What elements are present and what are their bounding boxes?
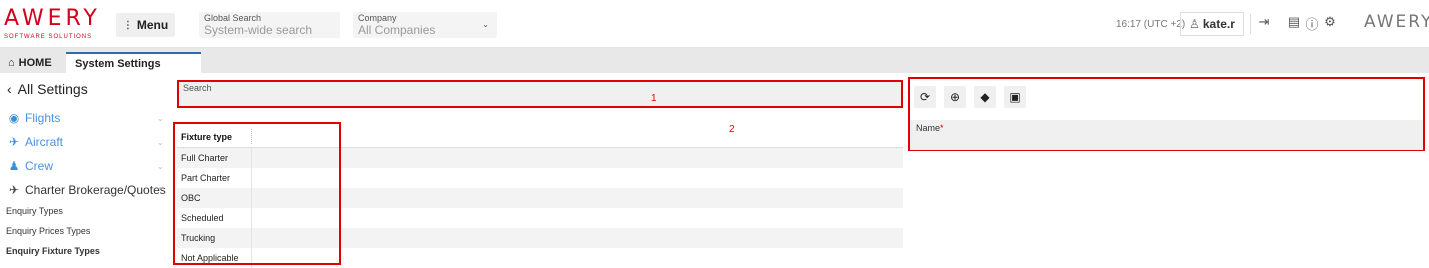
name-label-text: Name xyxy=(916,123,941,133)
message-icon[interactable]: ▤ xyxy=(1286,14,1302,30)
name-field[interactable]: Name* xyxy=(910,120,1423,150)
user-button[interactable]: ♙ kate.r xyxy=(1180,12,1244,36)
tab-system-settings[interactable]: System Settings xyxy=(66,52,201,73)
search-input[interactable]: Search xyxy=(177,80,903,108)
sidebar-item-flights[interactable]: ◉ Flights ⌄ xyxy=(7,111,164,125)
sidebar-item-charter-brokerage[interactable]: ✈ Charter Brokerage/Quotes ⌃ xyxy=(7,183,166,197)
chevron-down-icon: ⌄ xyxy=(482,20,489,29)
username: kate.r xyxy=(1202,17,1235,31)
annotation-box-2 xyxy=(173,122,341,265)
name-field-label: Name* xyxy=(916,123,944,133)
crew-icon: ♟ xyxy=(8,159,20,173)
add-button[interactable]: ⊕ xyxy=(944,86,966,108)
user-icon: ♙ xyxy=(1189,17,1200,31)
kebab-icon: ⋮ xyxy=(122,19,133,31)
tab-bar: ⌂ HOME System Settings xyxy=(0,48,1429,73)
tab-home-label: HOME xyxy=(18,56,52,69)
sidebar-subitem-enquiry-fixture-types[interactable]: Enquiry Fixture Types xyxy=(6,246,100,256)
chevron-down-icon: ⌄ xyxy=(157,161,164,171)
home-icon: ⌂ xyxy=(8,56,15,69)
sidebar-subitem-enquiry-prices-types[interactable]: Enquiry Prices Types xyxy=(6,226,90,236)
tab-system-settings-label: System Settings xyxy=(75,57,161,70)
search-label: Search xyxy=(183,83,212,93)
logo-wordmark: AWERY xyxy=(4,6,101,31)
chevron-down-icon: ⌄ xyxy=(157,113,164,123)
edit-panel: ⟳ ⊕ ◆ ▣ Name* xyxy=(908,77,1425,151)
settings-icon[interactable]: ⚙ xyxy=(1322,14,1338,30)
refresh-icon: ⟳ xyxy=(919,90,931,104)
chevron-left-icon: ‹ xyxy=(7,81,12,97)
annotation-1: 1 xyxy=(651,93,657,104)
app-header: AWERY SOFTWARE SOLUTIONS ⋮ Menu Global S… xyxy=(0,0,1429,48)
takeoff-icon: ✈ xyxy=(8,183,20,197)
clock-time: 16:17 (UTC +2) xyxy=(1116,19,1186,30)
sidebar-subitem-enquiry-types[interactable]: Enquiry Types xyxy=(6,206,63,216)
sidebar-item-label: Aircraft xyxy=(25,135,64,149)
company-value: All Companies xyxy=(358,23,436,37)
chevron-down-icon: ⌄ xyxy=(157,137,164,147)
awery-logo[interactable]: AWERY SOFTWARE SOLUTIONS xyxy=(4,7,104,43)
settings-sidebar: ‹ All Settings ◉ Flights ⌄ ✈ Aircraft ⌄ ♟… xyxy=(0,73,170,268)
sidebar-item-label: Charter Brokerage/Quotes xyxy=(25,183,166,197)
global-search-field[interactable]: Global Search System-wide search xyxy=(199,12,340,38)
logout-icon[interactable]: ⇥ xyxy=(1256,14,1272,30)
edit-toolbar: ⟳ ⊕ ◆ ▣ xyxy=(910,79,1423,112)
required-marker: * xyxy=(940,123,944,133)
save-icon: ▣ xyxy=(1009,90,1021,104)
sidebar-item-aircraft[interactable]: ✈ Aircraft ⌄ xyxy=(7,135,164,149)
back-all-settings[interactable]: ‹ All Settings xyxy=(7,81,88,97)
menu-button[interactable]: ⋮ Menu xyxy=(116,13,175,37)
sidebar-item-label: Flights xyxy=(25,111,61,125)
sidebar-item-label: Crew xyxy=(25,159,54,173)
back-label: All Settings xyxy=(17,81,88,97)
clear-button[interactable]: ◆ xyxy=(974,86,996,108)
chevron-up-icon: ⌃ xyxy=(157,185,164,195)
tab-home[interactable]: ⌂ HOME xyxy=(0,52,60,73)
logo-subtitle: SOFTWARE SOLUTIONS xyxy=(4,34,93,40)
company-select[interactable]: Company All Companies ⌄ xyxy=(353,12,497,38)
globe-icon: ◉ xyxy=(8,111,20,125)
divider xyxy=(1250,14,1251,34)
global-search-input[interactable]: System-wide search xyxy=(204,24,335,37)
refresh-button[interactable]: ⟳ xyxy=(914,86,936,108)
eraser-icon: ◆ xyxy=(980,90,990,104)
info-icon[interactable]: ⓘ xyxy=(1304,14,1320,33)
sidebar-item-crew[interactable]: ♟ Crew ⌄ xyxy=(7,159,164,173)
plus-circle-icon: ⊕ xyxy=(949,90,961,104)
airplane-icon: ✈ xyxy=(8,135,20,149)
brand-wordmark: AWERY xyxy=(1364,12,1429,32)
save-button[interactable]: ▣ xyxy=(1004,86,1026,108)
menu-label: Menu xyxy=(136,18,169,32)
